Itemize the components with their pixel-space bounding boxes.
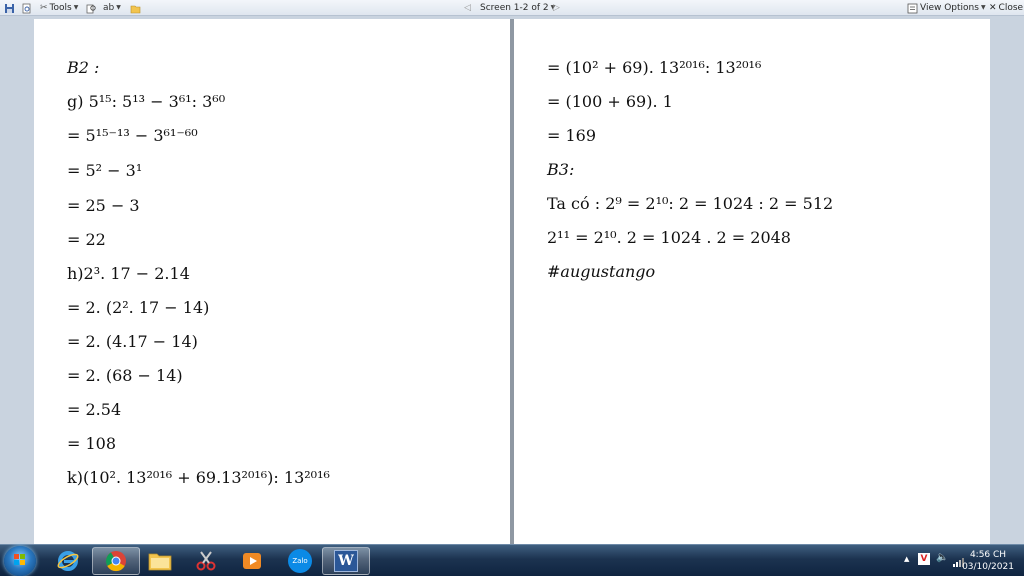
zalo-label: Zalo xyxy=(288,549,312,573)
windows-logo-icon xyxy=(14,554,26,566)
text-highlight-menu[interactable]: ab ▼ xyxy=(103,2,121,14)
math-line-g-problem: g) 5¹⁵: 5¹³ − 3⁶¹: 3⁶⁰ xyxy=(67,92,226,111)
save-icon[interactable] xyxy=(4,2,15,14)
math-line-k-step3: = 169 xyxy=(547,126,597,145)
zalo-icon[interactable]: Zalo xyxy=(276,547,324,575)
wrench-icon: ✂ xyxy=(40,3,48,13)
clock-time: 4:56 CH xyxy=(969,550,1007,560)
math-line-h-step2: = 2. (4.17 − 14) xyxy=(67,332,198,351)
chrome-icon[interactable] xyxy=(92,547,140,575)
highlighter-icon: ab xyxy=(103,3,115,13)
file-explorer-icon[interactable] xyxy=(136,547,184,575)
research-icon[interactable] xyxy=(86,2,97,14)
b2-heading: B2 : xyxy=(67,58,100,77)
next-screen-button[interactable]: ▷ xyxy=(553,2,560,14)
word-label: W xyxy=(334,550,358,572)
math-line-h-problem: h)2³. 17 − 2.14 xyxy=(67,264,190,283)
chevron-down-icon: ▼ xyxy=(73,4,79,11)
volume-icon[interactable]: 🔈 xyxy=(936,552,948,563)
math-line-g-step3: = 25 − 3 xyxy=(67,196,140,215)
tools-label: Tools xyxy=(49,3,72,13)
math-line-g-step1: = 5¹⁵⁻¹³ − 3⁶¹⁻⁶⁰ xyxy=(67,126,198,145)
view-options-icon xyxy=(907,3,918,13)
screen-label: Screen 1-2 of 2 xyxy=(480,3,549,13)
taskbar: Zalo W ▲ V 🔈 4:56 CH 03/10/2021 xyxy=(0,544,1024,576)
math-line-h-step3: = 2. (68 − 14) xyxy=(67,366,183,385)
b3-heading: B3: xyxy=(547,160,575,179)
math-line-g-step2: = 5² − 3¹ xyxy=(67,161,143,180)
document-page-left: B2 : g) 5¹⁵: 5¹³ − 3⁶¹: 3⁶⁰ = 5¹⁵⁻¹³ − 3… xyxy=(34,19,510,544)
chevron-down-icon: ▼ xyxy=(980,4,986,11)
math-line-b3-1: Ta có : 2⁹ = 2¹⁰: 2 = 1024 : 2 = 512 xyxy=(547,194,834,213)
math-line-h-step5: = 108 xyxy=(67,434,117,453)
chevron-left-icon: ◁ xyxy=(464,3,471,13)
close-icon: ✕ xyxy=(989,3,997,13)
math-line-g-step4: = 22 xyxy=(67,230,106,249)
close-label: Close xyxy=(998,3,1024,13)
system-clock[interactable]: 4:56 CH 03/10/2021 xyxy=(958,549,1018,573)
previous-screen-button[interactable]: ◁ xyxy=(464,2,471,14)
internet-explorer-icon[interactable] xyxy=(44,547,92,575)
system-tray: ▲ V 🔈 4:56 CH 03/10/2021 xyxy=(874,545,1024,576)
print-preview-icon[interactable] xyxy=(21,2,32,14)
chevron-down-icon: ▼ xyxy=(116,4,121,11)
math-line-k-step2: = (100 + 69). 1 xyxy=(547,92,673,111)
start-button[interactable] xyxy=(4,546,36,576)
media-player-icon[interactable] xyxy=(228,547,276,575)
clock-date: 03/10/2021 xyxy=(962,562,1014,572)
tools-menu[interactable]: ✂ Tools ▼ xyxy=(40,2,78,14)
reading-toolbar: ✂ Tools ▼ ab ▼ ◁ Screen 1-2 of 2 ▼ ▷ Vie… xyxy=(0,0,1024,16)
word-icon[interactable]: W xyxy=(322,547,370,575)
view-options-menu[interactable]: View Options ▼ xyxy=(907,2,986,14)
antivirus-icon[interactable]: V xyxy=(918,553,930,565)
close-button[interactable]: ✕ Close xyxy=(989,2,1023,14)
math-line-k-problem: k)(10². 13²⁰¹⁶ + 69.13²⁰¹⁶): 13²⁰¹⁶ xyxy=(67,468,330,487)
screen-selector[interactable]: Screen 1-2 of 2 ▼ xyxy=(480,2,555,14)
math-line-h-step1: = 2. (2². 17 − 14) xyxy=(67,298,210,317)
math-line-h-step4: = 2.54 xyxy=(67,400,122,419)
show-hidden-icons-icon[interactable]: ▲ xyxy=(904,555,909,563)
math-line-b3-2: 2¹¹ = 2¹⁰. 2 = 1024 . 2 = 2048 xyxy=(547,228,791,247)
view-options-label: View Options xyxy=(920,3,979,13)
chevron-right-icon: ▷ xyxy=(553,3,560,13)
document-page-right: = (10² + 69). 13²⁰¹⁶: 13²⁰¹⁶ = (100 + 69… xyxy=(514,19,990,544)
math-line-k-step1: = (10² + 69). 13²⁰¹⁶: 13²⁰¹⁶ xyxy=(547,58,762,77)
folder-icon[interactable] xyxy=(130,2,141,14)
hashtag-text: #augustango xyxy=(547,262,656,281)
snipping-tool-icon[interactable] xyxy=(182,547,230,575)
